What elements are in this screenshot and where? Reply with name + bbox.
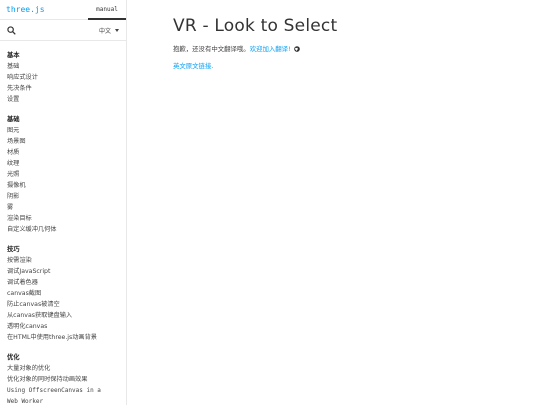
nav-item[interactable]: 先决条件 <box>7 83 126 94</box>
language-select[interactable]: 中文 <box>99 26 119 35</box>
nav-item[interactable]: Web Worker <box>7 396 126 405</box>
search-bar: 中文 <box>0 20 126 41</box>
search-icon[interactable] <box>7 26 16 35</box>
nav-item[interactable]: 从canvas获取键盘输入 <box>7 310 126 321</box>
nav-group-title: 基础 <box>7 116 20 123</box>
sidebar-nav: 基本 基础 响应式设计 先决条件 设置 基础 图元 场景图 材质 纹理 光照 摄… <box>0 41 126 405</box>
nav-group-tips: 技巧 按需渲染 调试JavaScript 调试着色器 canvas截图 防止ca… <box>7 244 126 343</box>
join-translation-link[interactable]: 欢迎加入翻译! <box>250 44 291 54</box>
nav-group-title: 优化 <box>7 354 20 361</box>
main-content: VR - Look to Select 抱歉，还没有中文翻译哦。 欢迎加入翻译!… <box>173 14 540 71</box>
nav-item[interactable]: 基础 <box>7 61 126 72</box>
tab-manual[interactable]: manual <box>88 0 126 20</box>
nav-item[interactable]: 按需渲染 <box>7 255 126 266</box>
nav-item[interactable]: 在HTML中使用three.js动画背景 <box>7 332 126 343</box>
nav-item[interactable]: 设置 <box>7 94 126 105</box>
nav-item[interactable]: 防止canvas被清空 <box>7 299 126 310</box>
page-title: VR - Look to Select <box>173 16 338 36</box>
nav-item[interactable]: 纹理 <box>7 158 126 169</box>
github-icon[interactable] <box>293 46 300 52</box>
nav-group-basics: 基本 基础 响应式设计 先决条件 设置 <box>7 50 126 105</box>
nav-item[interactable]: 材质 <box>7 147 126 158</box>
nav-group-title: 基本 <box>7 52 20 59</box>
language-select-value: 中文 <box>98 28 111 35</box>
nav-item[interactable]: 图元 <box>7 125 126 136</box>
nav-group-title: 技巧 <box>7 246 20 253</box>
nav-item[interactable]: 光照 <box>7 169 126 180</box>
nav-item[interactable]: 阴影 <box>7 191 126 202</box>
nav-group-optimization: 优化 大量对象的优化 优化对象的同时保持动画效果 Using Offscreen… <box>7 352 126 405</box>
brand-logo[interactable]: three.js <box>6 5 45 14</box>
chevron-down-icon <box>115 29 119 32</box>
nav-item[interactable]: 摄像机 <box>7 180 126 191</box>
original-english-link[interactable]: 英文原文链接. <box>173 61 540 71</box>
nav-item[interactable]: 场景图 <box>7 136 126 147</box>
nav-item[interactable]: 自定义缓冲几何体 <box>7 224 126 235</box>
nav-item[interactable]: 大量对象的优化 <box>7 363 126 374</box>
sidebar: three.js manual 中文 基本 基础 响应式设计 先决条件 设置 基… <box>0 0 127 405</box>
notice-text: 抱歉，还没有中文翻译哦。 <box>173 45 250 53</box>
nav-item[interactable]: 优化对象的同时保持动画效果 <box>7 374 126 385</box>
sidebar-header: three.js manual <box>0 0 126 20</box>
nav-item[interactable]: 雾 <box>7 202 126 213</box>
nav-item[interactable]: 渲染目标 <box>7 213 126 224</box>
nav-item[interactable]: 调试JavaScript <box>7 266 126 277</box>
nav-item[interactable]: 调试着色器 <box>7 277 126 288</box>
nav-group-fundamentals: 基础 图元 场景图 材质 纹理 光照 摄像机 阴影 雾 渲染目标 自定义缓冲几何… <box>7 114 126 235</box>
nav-item[interactable]: 透明化canvas <box>7 321 126 332</box>
nav-item[interactable]: Using OffscreenCanvas in a <box>7 385 126 396</box>
nav-item[interactable]: canvas截图 <box>7 288 126 299</box>
translation-notice: 抱歉，还没有中文翻译哦。 欢迎加入翻译! <box>173 44 540 54</box>
nav-item[interactable]: 响应式设计 <box>7 72 126 83</box>
